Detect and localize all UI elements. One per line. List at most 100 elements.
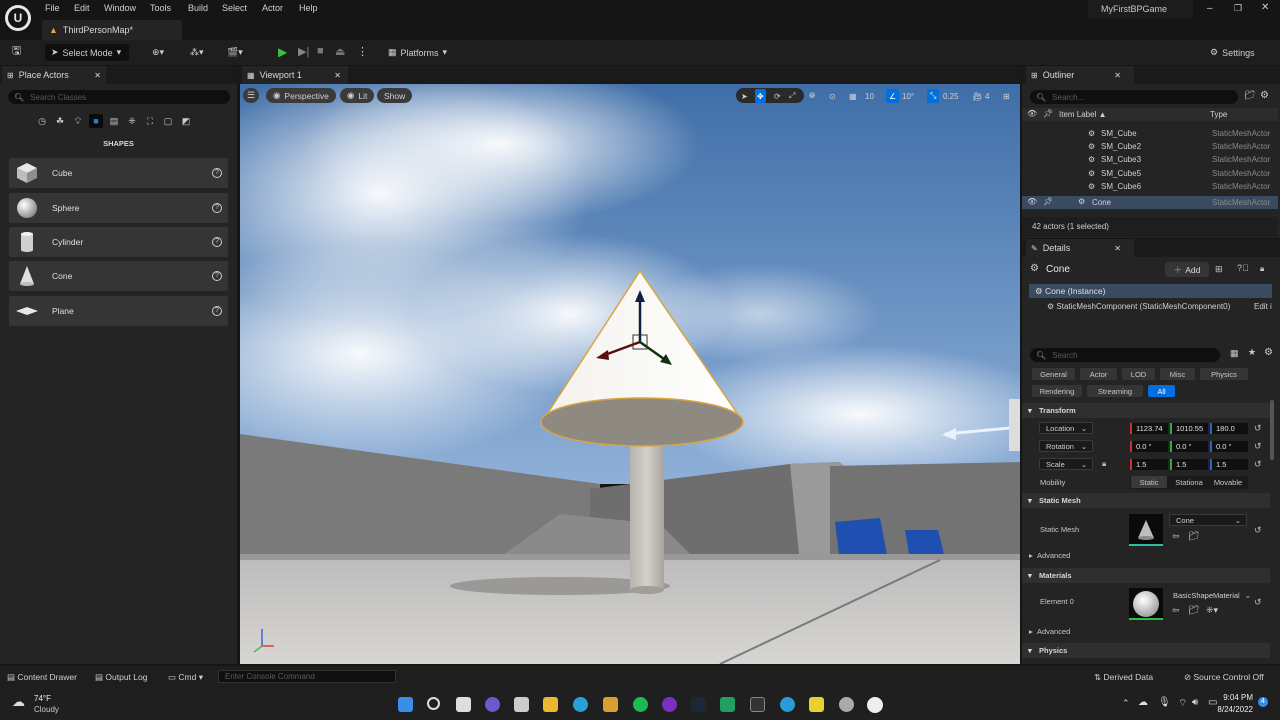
star-icon[interactable]: ★: [1248, 347, 1256, 358]
grid-snap-icon[interactable]: ▦: [849, 89, 857, 103]
menu-tools[interactable]: Tools: [150, 3, 171, 13]
filter-lod[interactable]: LOD: [1122, 368, 1155, 380]
show-button[interactable]: Show: [377, 88, 413, 103]
help-icon[interactable]: ?: [212, 168, 222, 178]
rotation-dropdown[interactable]: Rotation ⌄: [1039, 440, 1093, 452]
hamburger-icon[interactable]: ☰: [243, 88, 259, 103]
minimize-icon[interactable]: –: [1207, 3, 1213, 14]
app-m-icon[interactable]: [720, 697, 735, 712]
outliner-row[interactable]: ⚙ SM_Cube3 StaticMeshActor: [1022, 155, 1278, 168]
menu-select[interactable]: Select: [222, 3, 247, 13]
chat-icon[interactable]: [485, 697, 500, 712]
visual-effects-icon[interactable]: ⁜: [125, 114, 139, 128]
location-z-field[interactable]: 180.0: [1210, 423, 1248, 434]
level-tab[interactable]: ▲ ThirdPersonMap*: [42, 20, 182, 40]
camera-speed-value[interactable]: 4: [985, 89, 989, 103]
filter-misc[interactable]: Misc: [1160, 368, 1195, 380]
location-x-field[interactable]: 1123.74: [1130, 423, 1168, 434]
transform-section[interactable]: ▾ Transform: [1022, 403, 1270, 418]
shape-item-plane[interactable]: Plane?: [9, 296, 228, 326]
outliner-row[interactable]: ⚙ SM_Cube6 StaticMeshActor: [1022, 182, 1278, 195]
scale-snap-icon[interactable]: ⤡: [927, 89, 940, 103]
outliner-row-selected[interactable]: 👁︎ 📌︎ ⚙ Cone StaticMeshActor: [1022, 196, 1278, 209]
wifi-icon[interactable]: ⌔: [1178, 697, 1187, 710]
shape-item-cylinder[interactable]: Cylinder?: [9, 227, 228, 257]
outliner-row[interactable]: ⚙ SM_Cube5 StaticMeshActor: [1022, 169, 1278, 182]
item-label-column[interactable]: Item Label ▲: [1059, 110, 1107, 119]
filter-streaming[interactable]: Streaming: [1087, 385, 1143, 397]
close-tab-icon[interactable]: ✕: [1114, 71, 1121, 80]
location-y-field[interactable]: 1010.55: [1170, 423, 1208, 434]
file-explorer-icon[interactable]: [543, 697, 558, 712]
platforms-dropdown[interactable]: ▦ Platforms ▾: [388, 44, 447, 61]
mobility-stationary[interactable]: Stationa: [1170, 476, 1208, 488]
unreal-taskbar-icon[interactable]: [867, 697, 883, 713]
materials-section[interactable]: ▾ Materials: [1022, 568, 1270, 583]
viewport-scene[interactable]: [240, 84, 1020, 664]
scale-lock-icon[interactable]: 🔒︎: [1102, 459, 1106, 469]
edit-in-blueprint-link[interactable]: Edit i: [1254, 302, 1272, 311]
scale-dropdown[interactable]: Scale ⌄: [1039, 458, 1093, 470]
shape-item-sphere[interactable]: Sphere?: [9, 193, 228, 223]
mobility-movable[interactable]: Movable: [1209, 476, 1247, 488]
settings-button[interactable]: ⚙ Settings: [1210, 44, 1255, 61]
scale-snap-value[interactable]: 0.25: [943, 89, 959, 103]
viewport-tab[interactable]: ▦ Viewport 1 ✕: [242, 66, 348, 84]
rotation-y-field[interactable]: 0.0 °: [1170, 441, 1208, 452]
tray-overflow-icon[interactable]: ⌃: [1122, 698, 1130, 709]
unreal-logo-icon[interactable]: U: [5, 5, 31, 31]
play-options-icon[interactable]: ▶|: [298, 45, 309, 58]
notification-badge[interactable]: 4: [1258, 697, 1268, 707]
search-classes-input[interactable]: 🔍︎ Search Classes: [8, 90, 230, 104]
shape-item-cube[interactable]: Cube?: [9, 158, 228, 188]
spotify-icon[interactable]: [633, 697, 648, 712]
windows-start-icon[interactable]: [398, 697, 413, 712]
widgets-icon[interactable]: [514, 697, 529, 712]
more-options-icon[interactable]: ⋮: [357, 45, 368, 58]
onedrive-icon[interactable]: ☁: [1138, 697, 1148, 708]
reset-icon[interactable]: ↺: [1254, 441, 1262, 452]
search-icon[interactable]: [427, 697, 440, 710]
reset-icon[interactable]: ↺: [1254, 459, 1262, 470]
browse-icon[interactable]: 📁︎: [1188, 531, 1199, 542]
content-drawer-button[interactable]: ▤ Content Drawer: [7, 672, 77, 683]
maximize-viewport-icon[interactable]: ⊞: [1003, 89, 1010, 103]
reset-icon[interactable]: ↺: [1254, 423, 1262, 434]
add-actor-icon[interactable]: ⊕▾: [152, 44, 164, 61]
source-control-button[interactable]: ⊘ Source Control Off: [1184, 672, 1264, 683]
scale-y-field[interactable]: 1.5: [1170, 459, 1208, 470]
details-search-input[interactable]: 🔍︎ Search: [1030, 348, 1220, 362]
menu-file[interactable]: File: [45, 3, 60, 13]
filter-physics[interactable]: Physics: [1200, 368, 1248, 380]
steam-icon[interactable]: [691, 697, 706, 712]
sticky-notes-icon[interactable]: [809, 697, 824, 712]
folder-icon[interactable]: 📁︎: [1244, 90, 1255, 101]
rotate-tool-icon[interactable]: ⟳: [774, 89, 781, 103]
move-tool-icon[interactable]: ✥: [755, 89, 766, 103]
materials-advanced[interactable]: ▸ Advanced: [1029, 627, 1070, 636]
shape-item-cone[interactable]: Cone?: [9, 261, 228, 291]
weather-temp[interactable]: 74°F: [34, 694, 51, 703]
settings-app-icon[interactable]: [839, 697, 854, 712]
epic-games-icon[interactable]: [750, 697, 765, 712]
outliner-row[interactable]: ⚙ SM_Cube StaticMeshActor: [1022, 129, 1278, 142]
static-mesh-dropdown[interactable]: Cone ⌄: [1169, 514, 1247, 526]
menu-edit[interactable]: Edit: [74, 3, 90, 13]
store-icon[interactable]: [603, 697, 618, 712]
obs-icon[interactable]: [662, 697, 677, 712]
task-view-icon[interactable]: [456, 697, 471, 712]
visibility-icon[interactable]: 👁︎: [1027, 109, 1037, 118]
close-tab-icon[interactable]: ✕: [1114, 244, 1121, 253]
physics-section[interactable]: ▾ Physics: [1022, 643, 1270, 658]
static-mesh-advanced[interactable]: ▸ Advanced: [1029, 551, 1070, 560]
location-dropdown[interactable]: Location ⌄: [1039, 422, 1093, 434]
save-icon[interactable]: 🖫: [10, 45, 23, 58]
rotation-snap-icon[interactable]: ∠: [886, 89, 900, 103]
cloud-icon[interactable]: ☁: [12, 694, 25, 710]
play-icon[interactable]: ▶: [278, 45, 287, 59]
stop-icon[interactable]: ■: [317, 45, 324, 57]
cinematic-icon[interactable]: ▤: [107, 114, 121, 128]
eject-icon[interactable]: ⏏: [335, 45, 345, 58]
component-row[interactable]: ⚙ StaticMeshComponent (StaticMeshCompone…: [1047, 302, 1274, 314]
basic-icon[interactable]: ☘: [53, 114, 67, 128]
